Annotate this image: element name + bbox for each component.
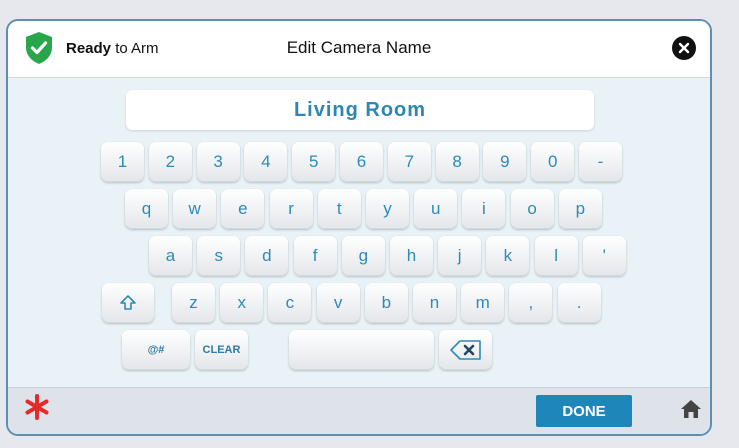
top-bar: Ready to Arm Edit Camera Name [8,21,710,78]
symbols-key[interactable]: @# [122,330,190,370]
edit-camera-name-dialog: Ready to Arm Edit Camera Name Living Roo… [6,19,712,436]
key[interactable]: g [341,236,385,276]
key[interactable]: w [173,189,217,229]
key[interactable]: 4 [244,142,288,182]
clear-key[interactable]: CLEAR [195,330,248,370]
close-button[interactable] [672,36,696,60]
done-button[interactable]: DONE [536,395,632,427]
key[interactable]: 9 [483,142,527,182]
key[interactable]: 0 [531,142,575,182]
key[interactable]: c [268,283,312,323]
key[interactable]: t [317,189,361,229]
key[interactable]: k [486,236,530,276]
shift-icon [120,295,136,310]
key[interactable]: v [316,283,360,323]
backspace-key[interactable] [439,330,492,370]
key[interactable]: o [510,189,554,229]
key[interactable]: a [149,236,192,276]
key[interactable]: 3 [196,142,240,182]
key[interactable]: r [269,189,313,229]
home-icon[interactable] [680,398,702,420]
key[interactable]: , [509,283,553,323]
key[interactable]: e [221,189,265,229]
key[interactable]: 1 [101,142,144,182]
asterisk-icon[interactable] [24,394,50,420]
key[interactable]: f [293,236,337,276]
key[interactable]: p [558,189,602,229]
key[interactable]: 7 [387,142,431,182]
key[interactable]: q [125,189,168,229]
close-icon [678,42,690,54]
key[interactable]: j [438,236,482,276]
key[interactable]: . [557,283,601,323]
key[interactable]: 2 [148,142,192,182]
key[interactable]: i [462,189,506,229]
page-title: Edit Camera Name [286,38,432,57]
key[interactable]: l [534,236,578,276]
key[interactable]: m [461,283,505,323]
key[interactable]: n [413,283,456,323]
shift-key[interactable] [102,283,154,323]
key[interactable]: s [197,236,241,276]
key[interactable]: 5 [292,142,336,182]
key[interactable]: z [172,283,215,323]
key[interactable]: x [220,283,264,323]
key[interactable]: 8 [435,142,479,182]
key[interactable]: d [245,236,289,276]
key[interactable]: h [390,236,433,276]
backspace-icon [449,340,481,360]
key[interactable]: ' [582,236,626,276]
key[interactable]: 6 [340,142,383,182]
key[interactable]: - [579,142,622,182]
camera-name-input[interactable]: Living Room [126,90,594,130]
key[interactable]: y [366,189,409,229]
key[interactable]: b [364,283,408,323]
bottom-bar: DONE [8,387,710,434]
key[interactable]: u [414,189,458,229]
space-key[interactable] [289,330,434,370]
